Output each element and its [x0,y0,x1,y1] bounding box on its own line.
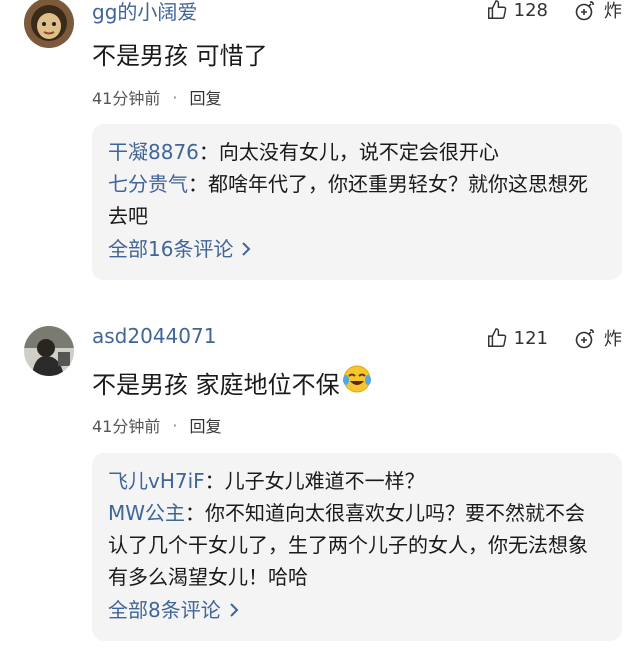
bomb-icon [575,329,594,349]
comment-stats: 128 炸 [460,0,622,23]
reply-author[interactable]: 飞儿vH7iF [108,469,205,493]
burst-button[interactable]: 炸 [574,325,622,351]
comment-meta: 41分钟前 · 回复 [92,85,221,109]
reply-preview-box[interactable]: 飞儿vH7iF：儿子女儿难道不一样？ MW公主：你不知道向太很喜欢女儿吗？要不然… [92,453,622,641]
reply-sep: ： [198,140,219,164]
thumbs-up-icon [487,0,506,19]
view-all-replies-link[interactable]: 全部16条评论 [108,232,606,266]
like-button[interactable]: 128 [486,0,548,21]
comment-text-content: 不是男孩 家庭地位不保 [92,370,340,399]
timestamp: 41分钟前 [92,417,161,436]
view-all-replies-label: 全部16条评论 [108,237,234,261]
reply-sep: ： [204,469,225,493]
view-all-replies-link[interactable]: 全部8条评论 [108,593,606,627]
reply-author[interactable]: MW公主 [108,501,185,525]
like-count: 121 [513,327,548,349]
reply-item: 飞儿vH7iF：儿子女儿难道不一样？ [108,465,606,497]
comment-text-content: 不是男孩 可惜了 [92,42,268,70]
thumbs-up-icon [487,328,506,347]
comment-meta: 41分钟前 · 回复 [92,413,221,437]
avatar[interactable] [24,326,74,376]
reply-text: 向太没有女儿，说不定会很开心 [218,140,499,164]
burst-button[interactable]: 炸 [574,0,622,23]
reply-item: 干凝8876：向太没有女儿，说不定会很开心 [108,136,606,168]
reply-button[interactable]: 回复 [189,85,221,109]
burst-label: 炸 [604,329,622,350]
comment-stats: 121 炸 [460,325,622,351]
username[interactable]: asd2044071 [92,324,216,348]
comment-text: 不是男孩 可惜了 [92,36,268,71]
username[interactable]: gg的小阔爱 [92,0,197,25]
reply-author[interactable]: 干凝8876 [108,140,199,164]
chevron-right-icon [230,603,239,617]
separator-dot: · [172,87,178,107]
view-all-replies-label: 全部8条评论 [108,598,221,622]
reply-preview-box[interactable]: 干凝8876：向太没有女儿，说不定会很开心 七分贵气：都啥年代了，你还重男轻女？… [92,124,622,280]
reply-sep: ： [185,501,206,525]
reply-button[interactable]: 回复 [189,413,221,437]
bomb-icon [575,1,594,21]
like-button[interactable]: 121 [486,327,548,349]
comment-text: 不是男孩 家庭地位不保 [92,364,372,400]
chevron-right-icon [242,242,251,256]
burst-label: 炸 [604,1,622,22]
like-count: 128 [513,0,548,21]
reply-sep: ： [188,172,208,196]
avatar[interactable] [24,0,74,48]
reply-author[interactable]: 七分贵气 [108,172,188,196]
reply-text: 儿子女儿难道不一样？ [224,469,425,493]
reply-item: 七分贵气：都啥年代了，你还重男轻女？就你这思想死去吧 [108,168,604,232]
separator-dot: · [172,415,178,435]
timestamp: 41分钟前 [92,89,161,108]
laughing-crying-emoji-icon [342,364,372,400]
reply-item: MW公主：你不知道向太很喜欢女儿吗？要不然就不会认了几个干女儿了，生了两个儿子的… [108,497,604,593]
